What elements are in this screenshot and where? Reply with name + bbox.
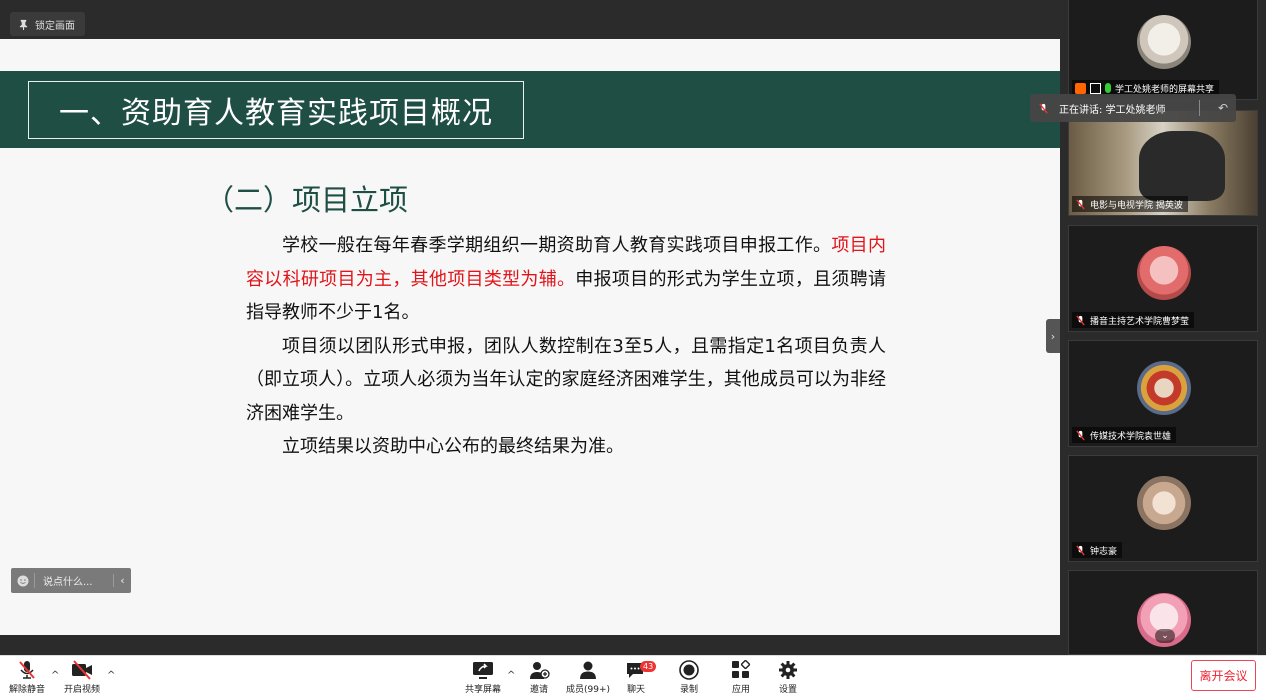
lock-screen-label: 锁定画面 [35, 20, 75, 32]
video-options-caret-icon[interactable]: ^ [107, 670, 115, 681]
slide-paragraph-1: 学校一般在每年春季学期组织一期资助育人教育实践项目申报工作。项目内容以科研项目为… [246, 229, 886, 330]
slide-title-box: 一、资助育人教育实践项目概况 [28, 81, 524, 139]
settings-label: 设置 [778, 685, 797, 695]
lock-screen-button[interactable]: 锁定画面 [10, 12, 85, 36]
speaking-label: 正在讲话: 学工处姚老师 [1059, 104, 1166, 116]
participant-tile-5[interactable]: 钟志豪 [1068, 455, 1258, 562]
participant-name-3: 播音主持艺术学院曹梦莹 [1072, 312, 1195, 328]
avatar-photo [1137, 476, 1191, 530]
participant-name-5-text: 钟志豪 [1090, 546, 1118, 557]
settings-button[interactable]: 设置 [777, 660, 799, 695]
members-button[interactable]: 成员(99+) [566, 660, 610, 695]
unmute-label: 解除静音 [9, 685, 46, 695]
top-bar: 锁定画面 [0, 0, 1060, 39]
divider [1199, 100, 1200, 116]
scroll-down-chevron-icon[interactable]: ⌄ [1155, 629, 1175, 643]
slide-body: 学校一般在每年春季学期组织一期资助育人教育实践项目申报工作。项目内容以科研项目为… [246, 229, 886, 464]
slide-paragraph-2: 项目须以团队形式申报，团队人数控制在3至5人，且需指定1名项目负责人（即立项人）… [246, 335, 886, 424]
participant-tile-2[interactable]: 电影与电视学院 揭英波 [1068, 110, 1258, 216]
record-icon [679, 660, 699, 680]
meeting-window: 锁定画面 一、资助育人教育实践项目概况 （二）项目立项 学校一般在每年春季学期组… [0, 0, 1266, 696]
participant-name-2: 电影与电视学院 揭英波 [1072, 196, 1188, 212]
share-options-caret-icon[interactable]: ^ [507, 670, 515, 681]
unmute-button[interactable]: 解除静音 [9, 660, 45, 695]
participant-tile-4[interactable]: 传媒技术学院袁世雄 [1068, 340, 1258, 447]
participant-name-4-text: 传媒技术学院袁世雄 [1090, 431, 1172, 442]
emoji-icon[interactable] [11, 573, 35, 588]
participant-tile-1[interactable]: 学工处姚老师的屏幕共享 [1068, 0, 1258, 100]
apps-button[interactable]: 应用 [730, 660, 752, 695]
avatar-character [1137, 361, 1191, 415]
participant-name-2-text: 电影与电视学院 揭英波 [1090, 200, 1183, 211]
host-icon [1075, 82, 1086, 94]
mic-muted-icon [1076, 544, 1085, 556]
reply-icon[interactable]: ↶ [1210, 101, 1236, 115]
apps-grid-icon [732, 660, 751, 678]
pin-icon [19, 19, 28, 30]
share-icon [1090, 82, 1101, 94]
slide-paragraph-3: 立项结果以资助中心公布的最终结果为准。 [282, 436, 624, 457]
speaking-mic-icon [1039, 102, 1048, 114]
start-video-label: 开启视频 [64, 685, 101, 695]
invite-button[interactable]: 邀请 [528, 660, 550, 695]
chat-quick-input[interactable]: 说点什么... ‹ [11, 568, 131, 593]
collapse-chevron-icon[interactable]: ‹ [113, 574, 131, 587]
chat-button[interactable]: 43 聊天 [625, 660, 657, 695]
video-off-icon [72, 660, 92, 680]
mic-muted-icon [1076, 314, 1085, 326]
participant-name-4: 传媒技术学院袁世雄 [1072, 427, 1177, 443]
video-person [1139, 131, 1225, 201]
participant-tile-6[interactable]: ⌄ [1068, 570, 1258, 655]
record-button[interactable]: 录制 [678, 660, 700, 695]
mic-muted-icon [1076, 429, 1085, 441]
slide-title: 一、资助育人教育实践项目概况 [59, 96, 493, 131]
participant-name-3-text: 播音主持艺术学院曹梦莹 [1090, 316, 1190, 327]
audio-options-caret-icon[interactable]: ^ [51, 670, 59, 681]
avatar-anime-red [1137, 246, 1191, 300]
mic-on-icon [1105, 83, 1111, 93]
shared-slide: 一、资助育人教育实践项目概况 （二）项目立项 学校一般在每年春季学期组织一期资助… [0, 39, 1060, 635]
meeting-toolbar: 解除静音 ^ 开启视频 ^ 共享屏幕 ^ 邀请 成员(99+) 43 聊天 录制… [0, 655, 1266, 696]
share-screen-button[interactable]: 共享屏幕 [465, 660, 501, 695]
panel-collapse-tab[interactable]: › [1046, 319, 1060, 353]
invite-label: 邀请 [529, 685, 548, 695]
slide-subtitle: （二）项目立项 [205, 183, 409, 217]
apps-label: 应用 [731, 685, 750, 695]
gear-icon [779, 661, 797, 679]
share-screen-icon [473, 662, 493, 679]
participant-name-5: 钟志豪 [1072, 542, 1123, 558]
leave-meeting-button[interactable]: 离开会议 [1191, 660, 1256, 691]
chat-label: 聊天 [626, 685, 645, 695]
participant-name-1-text: 学工处姚老师的屏幕共享 [1115, 84, 1215, 95]
speaking-indicator: 正在讲话: 学工处姚老师 ↶ [1030, 94, 1236, 122]
chat-placeholder: 说点什么... [43, 577, 93, 588]
mic-muted-icon [19, 661, 35, 679]
members-label: 成员(99+) [566, 685, 611, 695]
add-person-icon [530, 662, 550, 679]
avatar-dog [1137, 15, 1191, 69]
participant-tile-3[interactable]: 播音主持艺术学院曹梦莹 [1068, 225, 1258, 332]
members-icon [580, 661, 597, 679]
mic-muted-icon [1076, 198, 1085, 210]
paragraph-1-text-a: 学校一般在每年春季学期组织一期资助育人教育实践项目申报工作。 [282, 235, 832, 256]
start-video-button[interactable]: 开启视频 [64, 660, 100, 695]
record-label: 录制 [679, 685, 698, 695]
chat-unread-badge: 43 [640, 661, 657, 672]
share-screen-label: 共享屏幕 [465, 685, 502, 695]
